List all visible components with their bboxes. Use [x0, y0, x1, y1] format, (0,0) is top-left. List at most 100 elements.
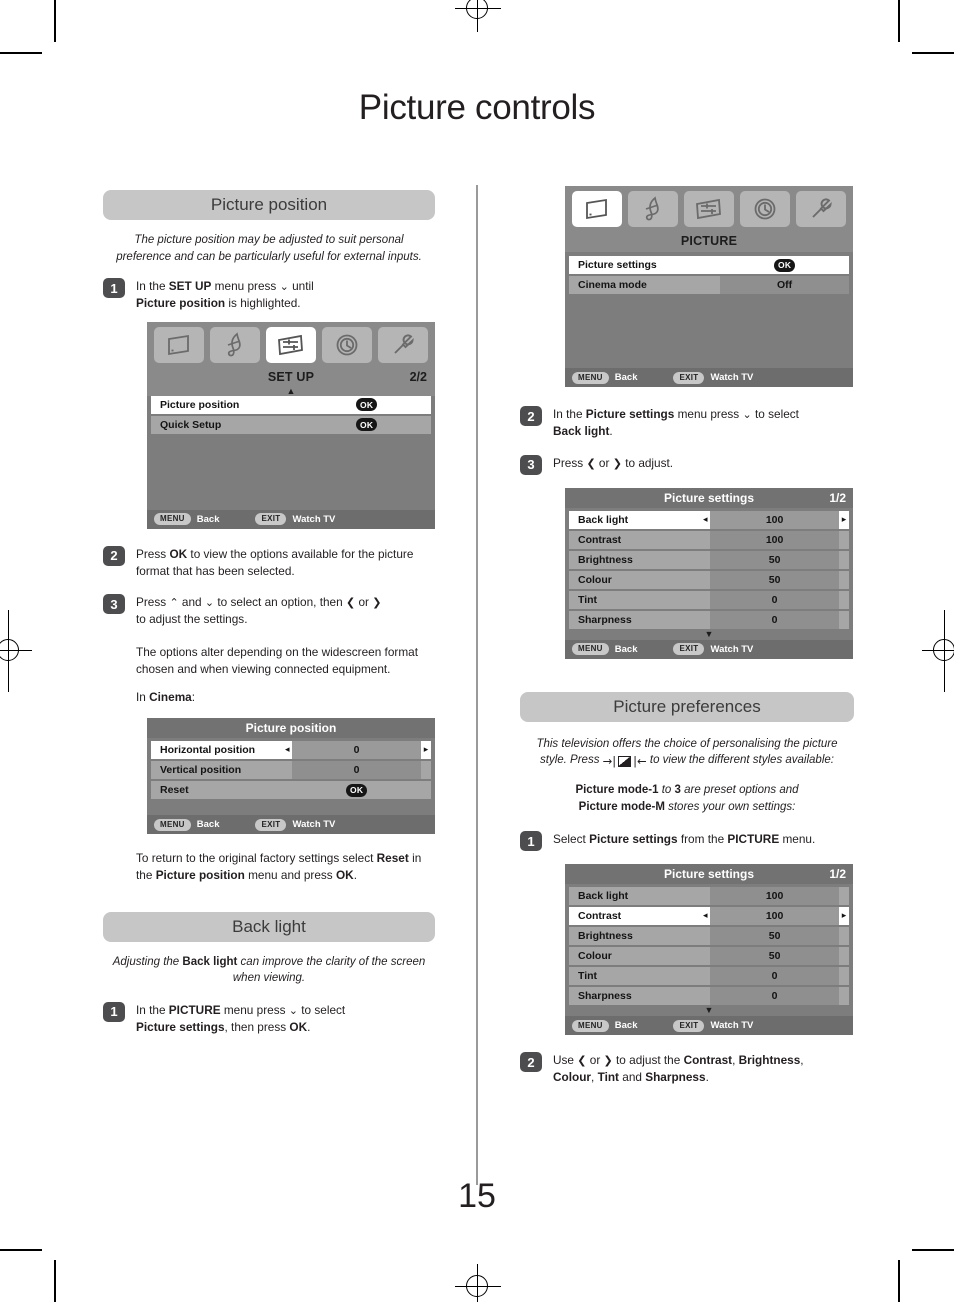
arrow-left-icon[interactable]: ◂ — [700, 911, 710, 921]
osd-row[interactable]: Brightness 50 — [569, 550, 849, 569]
crop-mark-bottom-right-v — [898, 1260, 900, 1302]
tools-icon[interactable] — [378, 326, 428, 363]
menu-key-pill[interactable]: MENU — [572, 1019, 609, 1032]
caret-down-icon: ▼ — [565, 629, 853, 640]
osd-row[interactable]: Vertical position 0 — [151, 761, 431, 780]
picture-icon[interactable] — [154, 326, 204, 363]
osd-row[interactable]: Tint 0 — [569, 590, 849, 609]
text-bold: Tint — [597, 1070, 619, 1085]
chevron-left-icon: ❮ — [586, 456, 596, 470]
reset-note: To return to the original factory settin… — [136, 850, 435, 884]
picture-preferences-intro: This television offers the choice of per… — [534, 736, 840, 770]
setup-icon[interactable] — [684, 191, 734, 227]
registration-mark-top — [455, 0, 501, 32]
osd-picture-position-menu: Picture position Horizontal position ◂ 0… — [147, 718, 435, 835]
exit-key-pill[interactable]: EXIT — [255, 513, 287, 526]
exit-key-pill[interactable]: EXIT — [255, 818, 287, 831]
text-fragment: In — [136, 690, 150, 705]
right-column: PICTURE Picture settings OK Cinema mode … — [520, 186, 854, 1095]
osd-rows: Picture settings OK Cinema mode Off — [565, 252, 853, 368]
osd-title: SET UP — [267, 369, 315, 384]
osd-row[interactable]: Horizontal position ◂ 0 ▸ — [151, 741, 431, 760]
osd-row[interactable]: Picture settings OK — [569, 256, 849, 274]
arrow-right-icon[interactable]: ▸ — [421, 745, 431, 755]
exit-key-label: Watch TV — [292, 819, 336, 831]
step-number-badge: 1 — [103, 1001, 125, 1022]
step-2-picture-position: 2 Press OK to view the options available… — [103, 545, 435, 580]
osd-row[interactable]: Contrast ◂ 100 ▸ — [569, 907, 849, 926]
sound-icon[interactable] — [210, 326, 260, 363]
exit-key-pill[interactable]: EXIT — [673, 643, 705, 655]
arrow-left-icon[interactable]: ◂ — [700, 515, 710, 525]
text-bold: Back light — [553, 423, 610, 438]
osd-row-label: Quick Setup — [160, 418, 222, 431]
text-bold: Picture settings — [136, 1019, 225, 1034]
caret-down-icon: ▼ — [565, 1006, 853, 1017]
text-fragment: : — [191, 690, 196, 705]
menu-key-pill[interactable]: MENU — [154, 513, 191, 526]
setup-icon[interactable] — [266, 326, 316, 363]
menu-key-pill[interactable]: MENU — [572, 371, 609, 384]
osd-empty-area — [569, 296, 849, 368]
step-1-back-light: 1 In the PICTURE menu press ⌄ to select … — [103, 1001, 435, 1036]
osd-row-label: Cinema mode — [578, 279, 647, 291]
osd-row[interactable]: Back light ◂ 100 ▸ — [569, 510, 849, 529]
text-fragment: to — [658, 783, 675, 796]
osd-row-value: 0 — [710, 967, 839, 986]
osd-row[interactable]: Back light 100 — [569, 887, 849, 906]
arrow-right-icon[interactable]: ▸ — [839, 515, 849, 525]
osd-row-value: 50 — [710, 927, 839, 946]
osd-footer: MENU Back EXIT Watch TV — [147, 509, 435, 529]
osd-row-label: Picture settings — [578, 259, 657, 271]
osd-row[interactable]: Sharpness 0 — [569, 610, 849, 629]
text-fragment: are preset options and — [680, 783, 799, 796]
clock-icon[interactable] — [322, 326, 372, 363]
osd-row-value: 0 — [292, 761, 421, 780]
osd-row-label: Colour — [578, 950, 612, 963]
exit-key-label: Watch TV — [710, 643, 754, 655]
osd-row[interactable]: Tint 0 — [569, 967, 849, 986]
osd-title: Picture position — [245, 721, 337, 736]
text-fragment: In the — [136, 1002, 169, 1017]
text-bold: PICTURE — [168, 1002, 221, 1017]
step-1-picture-preferences: 1 Select Picture settings from the PICTU… — [520, 830, 854, 852]
osd-row[interactable]: Reset OK — [151, 781, 431, 800]
text-bold: OK — [335, 867, 354, 882]
osd-row[interactable]: Colour 50 — [569, 947, 849, 966]
osd-row-value: Off — [720, 276, 849, 294]
menu-key-label: Back — [196, 513, 220, 525]
osd-row[interactable]: Sharpness 0 — [569, 987, 849, 1006]
section-heading-back-light: Back light — [103, 911, 435, 942]
crop-mark-top-right-v — [898, 0, 900, 42]
osd-row[interactable]: Quick Setup OK — [151, 415, 431, 434]
clock-icon[interactable] — [740, 191, 790, 227]
chevron-right-icon: ❯ — [603, 1054, 613, 1068]
menu-key-pill[interactable]: MENU — [154, 818, 191, 831]
osd-row[interactable]: Picture position OK — [151, 395, 431, 414]
picture-position-intro: The picture position may be adjusted to … — [116, 234, 422, 263]
chevron-down-icon: ⌄ — [204, 596, 215, 610]
text-fragment: or — [355, 595, 373, 610]
arrow-left-icon[interactable]: ◂ — [282, 745, 292, 755]
exit-key-label: Watch TV — [292, 513, 336, 525]
picture-icon[interactable] — [572, 191, 622, 227]
registration-mark-left — [0, 610, 32, 692]
osd-row[interactable]: Cinema mode Off — [569, 276, 849, 294]
exit-key-pill[interactable]: EXIT — [673, 1019, 705, 1032]
tools-icon[interactable] — [796, 191, 846, 227]
text-fragment: menu press — [211, 279, 280, 294]
osd-row[interactable]: Colour 50 — [569, 570, 849, 589]
exit-key-pill[interactable]: EXIT — [673, 371, 705, 384]
osd-row[interactable]: Brightness 50 — [569, 927, 849, 946]
osd-row-value: OK — [302, 398, 431, 412]
chevron-left-icon: ❮ — [345, 596, 356, 610]
osd-icon-row — [565, 186, 853, 230]
menu-key-pill[interactable]: MENU — [572, 643, 609, 655]
osd-picture-menu: PICTURE Picture settings OK Cinema mode … — [565, 186, 853, 387]
text-fragment: In the — [553, 407, 586, 421]
sound-icon[interactable] — [628, 191, 678, 227]
arrow-right-icon[interactable]: ▸ — [839, 911, 849, 921]
text-bold: SET UP — [168, 279, 212, 294]
text-fragment: menu press — [674, 407, 743, 421]
osd-row[interactable]: Contrast 100 — [569, 530, 849, 549]
